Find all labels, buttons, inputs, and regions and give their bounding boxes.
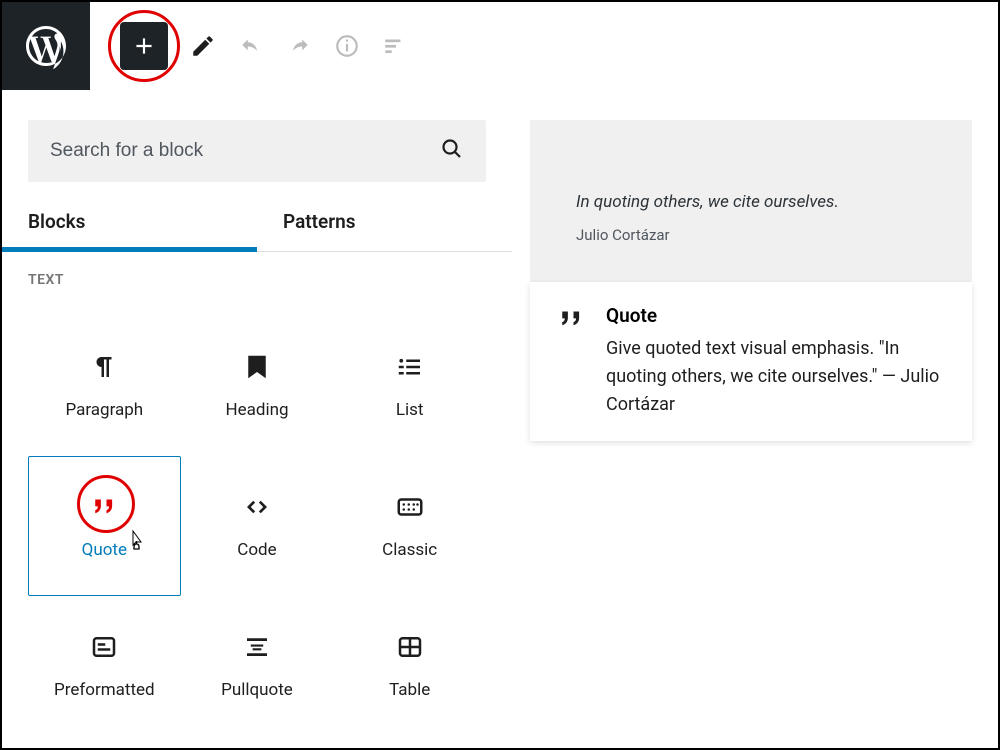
block-label: Paragraph [65,400,143,420]
block-heading[interactable]: Heading [181,316,334,456]
block-pullquote[interactable]: Pullquote [181,596,334,736]
block-label: Classic [382,540,437,560]
edit-icon[interactable] [190,33,216,59]
cursor-icon [127,529,147,558]
preformatted-icon [89,632,119,662]
heading-icon [242,352,272,382]
block-paragraph[interactable]: Paragraph [28,316,181,456]
classic-icon [395,492,425,522]
top-toolbar [2,2,998,90]
block-table[interactable]: Table [333,596,486,736]
outline-icon[interactable] [382,33,408,59]
block-code[interactable]: Code [181,456,334,596]
list-icon [395,352,425,382]
block-info-card: Quote Give quoted text visual emphasis. … [530,282,972,441]
quote-icon [89,492,119,522]
quote-icon [556,304,586,419]
inserter-tabs: Blocks Patterns [2,210,512,252]
block-preformatted[interactable]: Preformatted [28,596,181,736]
block-list[interactable]: List [333,316,486,456]
tab-blocks[interactable]: Blocks [2,210,257,251]
search-input[interactable] [50,140,440,162]
table-icon [395,632,425,662]
code-icon [242,492,272,522]
block-label: List [396,400,424,420]
quote-preview: In quoting others, we cite ourselves. Ju… [530,120,972,282]
info-icon[interactable] [334,33,360,59]
block-preview-panel: In quoting others, we cite ourselves. Ju… [512,90,998,748]
wordpress-logo[interactable] [2,2,90,90]
category-label: TEXT [28,272,486,288]
search-icon [440,137,464,165]
block-label: Quote [82,540,127,560]
paragraph-icon [89,352,119,382]
block-inserter-panel: Blocks Patterns TEXT Paragraph Heading [2,90,512,748]
block-label: Pullquote [221,680,293,700]
tab-patterns[interactable]: Patterns [257,210,512,251]
block-search[interactable] [28,120,486,182]
add-block-button[interactable] [120,22,168,70]
block-quote[interactable]: Quote [28,456,181,596]
block-label: Code [237,540,276,560]
pullquote-icon [242,632,272,662]
block-label: Preformatted [54,680,155,700]
redo-icon[interactable] [286,33,312,59]
blocks-grid: Paragraph Heading List [28,316,486,736]
info-title: Quote [606,304,946,327]
preview-quote-text: In quoting others, we cite ourselves. [576,192,926,212]
preview-quote-author: Julio Cortázar [576,226,926,244]
undo-icon[interactable] [238,33,264,59]
block-label: Heading [225,400,288,420]
block-label: Table [389,680,430,700]
info-description: Give quoted text visual emphasis. "In qu… [606,335,946,419]
block-classic[interactable]: Classic [333,456,486,596]
